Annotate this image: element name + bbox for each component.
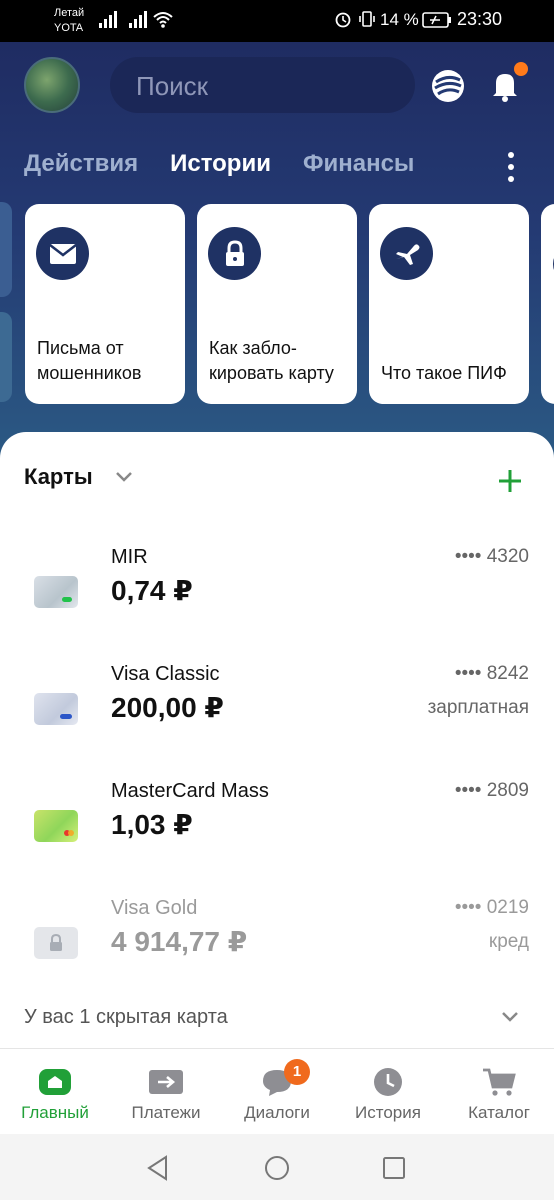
card-balance: 4 914,77 ₽ xyxy=(111,926,248,957)
clock-time: 23:30 xyxy=(456,9,502,29)
header: Поиск Действия Истории Финансы Письма от… xyxy=(0,42,554,462)
card-name: MIR xyxy=(111,546,148,568)
clock-icon xyxy=(374,1068,402,1096)
lock-icon xyxy=(208,227,261,280)
card-balance: 200,00 ₽ xyxy=(111,692,224,723)
chevron-down-icon[interactable] xyxy=(114,470,134,484)
card-name: Visa Classic xyxy=(111,663,220,685)
nav-dialogs[interactable]: 1 Диалоги xyxy=(222,1049,332,1135)
battery-icon xyxy=(422,12,451,28)
tab-stories[interactable]: Истории xyxy=(170,150,271,178)
story-text: Что такое ПИФ xyxy=(381,363,507,383)
card-name: Visa Gold xyxy=(111,897,198,919)
nav-catalog[interactable]: Каталог xyxy=(444,1049,554,1135)
card-name: MasterCard Mass xyxy=(111,780,269,802)
home-system-icon[interactable] xyxy=(264,1155,290,1181)
notification-dot xyxy=(514,62,528,76)
unread-badge: 1 xyxy=(284,1059,310,1085)
story-card[interactable]: Что такое ПИФ xyxy=(369,204,529,404)
card-number: •••• 0219 xyxy=(454,897,529,918)
chevron-down-icon[interactable] xyxy=(500,1010,520,1024)
nav-main[interactable]: Главный xyxy=(0,1049,110,1135)
back-icon[interactable] xyxy=(146,1155,170,1181)
nav-label: История xyxy=(355,1103,421,1122)
battery-percent: 14 % xyxy=(380,10,419,29)
card-number: •••• 4320 xyxy=(454,546,529,567)
sber-logo-icon[interactable] xyxy=(430,68,466,104)
story-text: Письма от мошенников xyxy=(37,338,142,383)
tab-finance[interactable]: Финансы xyxy=(303,150,414,178)
lock-icon xyxy=(50,934,62,951)
nav-label: Платежи xyxy=(131,1103,201,1122)
mail-icon xyxy=(36,227,89,280)
card-tag: зарплатная xyxy=(427,697,529,718)
card-number: •••• 2809 xyxy=(454,780,529,801)
add-card-button[interactable] xyxy=(497,468,523,494)
cards-title[interactable]: Карты xyxy=(24,464,93,490)
nav-history[interactable]: История xyxy=(333,1049,443,1135)
story-card-partial-left[interactable] xyxy=(0,202,12,297)
card-thumbnail xyxy=(34,576,78,608)
story-card-partial-left-2[interactable] xyxy=(0,312,12,402)
cart-icon xyxy=(483,1068,516,1096)
vibrate-icon xyxy=(359,11,375,27)
card-balance: 0,74 ₽ xyxy=(111,575,193,606)
card-row-mir[interactable]: MIR 0,74 ₽ •••• 4320 xyxy=(0,546,554,656)
carrier-name: Летай YOTA xyxy=(54,7,85,34)
story-text: Как забло- кировать карту xyxy=(209,338,334,383)
nav-label: Главный xyxy=(21,1103,89,1122)
alarm-icon xyxy=(335,12,351,28)
card-tag: кред xyxy=(488,931,529,952)
avatar[interactable] xyxy=(24,57,80,113)
wifi-icon xyxy=(153,12,173,28)
plane-icon xyxy=(380,227,433,280)
card-row-mastercard[interactable]: MasterCard Mass 1,03 ₽ •••• 2809 xyxy=(0,780,554,890)
card-number: •••• 8242 xyxy=(454,663,529,684)
bottom-nav: Главный Платежи 1 Диалоги История Катало… xyxy=(0,1048,554,1134)
recents-icon[interactable] xyxy=(382,1156,406,1180)
tab-actions[interactable]: Действия xyxy=(24,150,138,178)
card-balance: 1,03 ₽ xyxy=(111,809,193,840)
nav-label: Диалоги xyxy=(244,1103,310,1122)
story-card[interactable]: Письма от мошенников xyxy=(25,204,185,404)
story-card[interactable]: Как забло- кировать карту xyxy=(197,204,357,404)
nav-payments[interactable]: Платежи xyxy=(111,1049,221,1135)
search-input[interactable]: Поиск xyxy=(110,57,415,113)
nav-label: Каталог xyxy=(468,1103,530,1122)
search-placeholder: Поиск xyxy=(136,71,209,101)
card-row-visa-gold[interactable]: Visa Gold 4 914,77 ₽ •••• 0219 кред xyxy=(0,897,554,1007)
card-thumbnail xyxy=(34,693,78,725)
story-card-partial-right[interactable] xyxy=(541,204,554,404)
transfer-icon xyxy=(149,1070,183,1094)
signal-icon-2 xyxy=(129,11,147,28)
system-nav-bar xyxy=(0,1134,554,1200)
status-bar: Летай YOTA 14 % 23:30 xyxy=(0,0,554,42)
signal-icon xyxy=(99,11,117,28)
home-icon xyxy=(39,1069,71,1095)
section-tabs: Действия Истории Финансы xyxy=(24,150,414,178)
cards-panel: Карты MIR 0,74 ₽ •••• 4320 Visa Classic … xyxy=(0,432,554,1048)
card-thumbnail-locked xyxy=(34,927,78,959)
hidden-cards-note[interactable]: У вас 1 скрытая карта xyxy=(24,1006,228,1029)
more-options-icon[interactable] xyxy=(504,152,518,182)
card-row-visa-classic[interactable]: Visa Classic 200,00 ₽ •••• 8242 зарплатн… xyxy=(0,663,554,773)
card-thumbnail xyxy=(34,810,78,842)
